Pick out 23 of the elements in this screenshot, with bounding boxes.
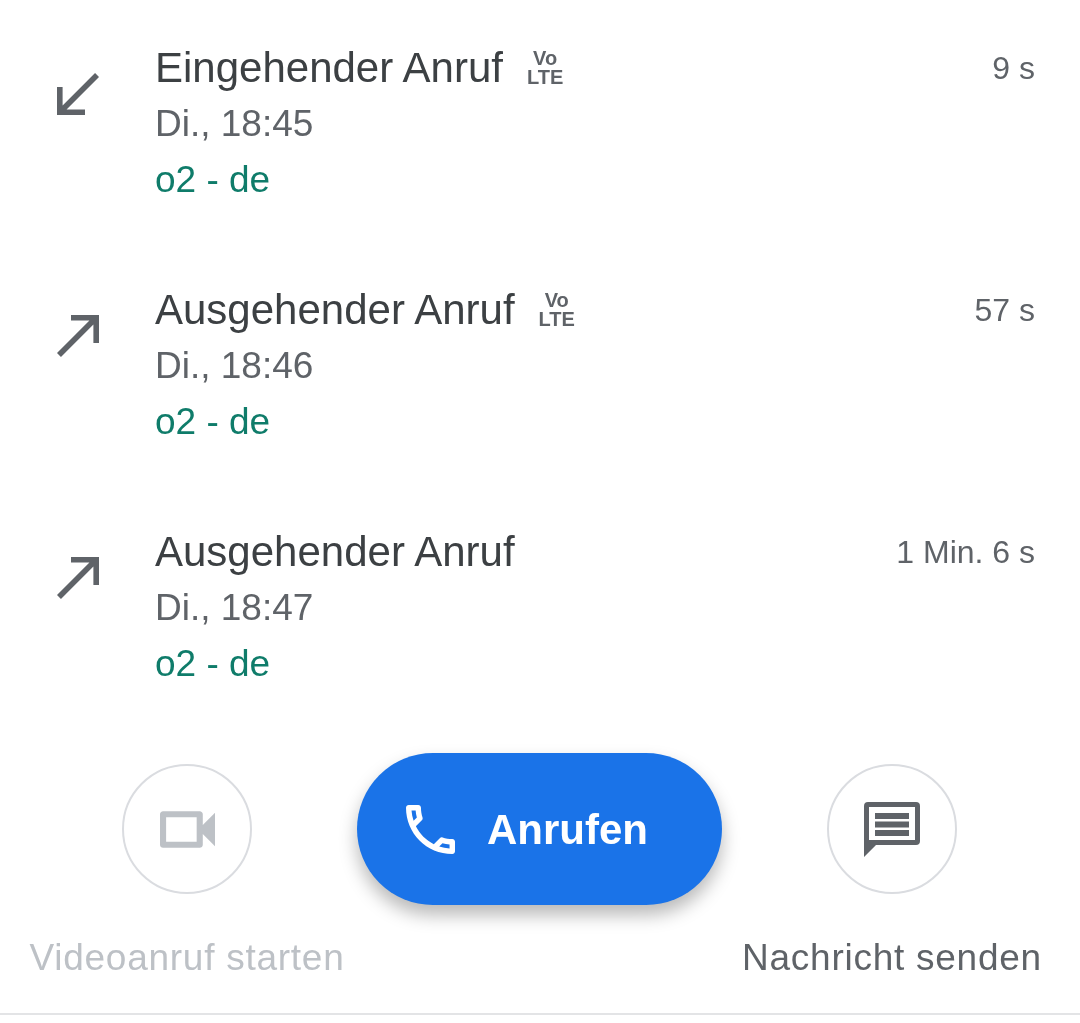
volte-label: Vo LTE	[538, 291, 575, 329]
call-time: Di., 18:45	[155, 102, 314, 146]
video-camera-icon	[159, 810, 215, 848]
call-type: Ausgehender Anruf	[155, 285, 515, 335]
call-time: Di., 18:47	[155, 586, 314, 630]
volte-label: Vo LTE	[526, 49, 564, 87]
network-name: o2 - de	[155, 158, 271, 202]
call-type: Eingehender Anruf	[155, 43, 503, 93]
call-duration: 57 s	[974, 291, 1035, 330]
chat-bubble-icon	[864, 801, 920, 857]
call-type: Ausgehender Anruf	[155, 527, 515, 577]
arrow-up-right-icon	[57, 315, 99, 357]
arrow-up-right-icon	[57, 557, 99, 599]
phone-icon	[406, 804, 455, 854]
network-name: o2 - de	[155, 642, 271, 686]
arrow-down-left-icon	[57, 73, 99, 115]
call-duration: 1 Min. 6 s	[896, 533, 1035, 572]
call-duration: 9 s	[992, 49, 1035, 88]
video-call-label: Videoanruf starten	[29, 936, 345, 980]
network-name: o2 - de	[155, 400, 271, 444]
message-label: Nachricht senden	[742, 936, 1042, 980]
call-time: Di., 18:46	[155, 344, 314, 388]
call-button[interactable]: Anrufen	[357, 753, 722, 905]
